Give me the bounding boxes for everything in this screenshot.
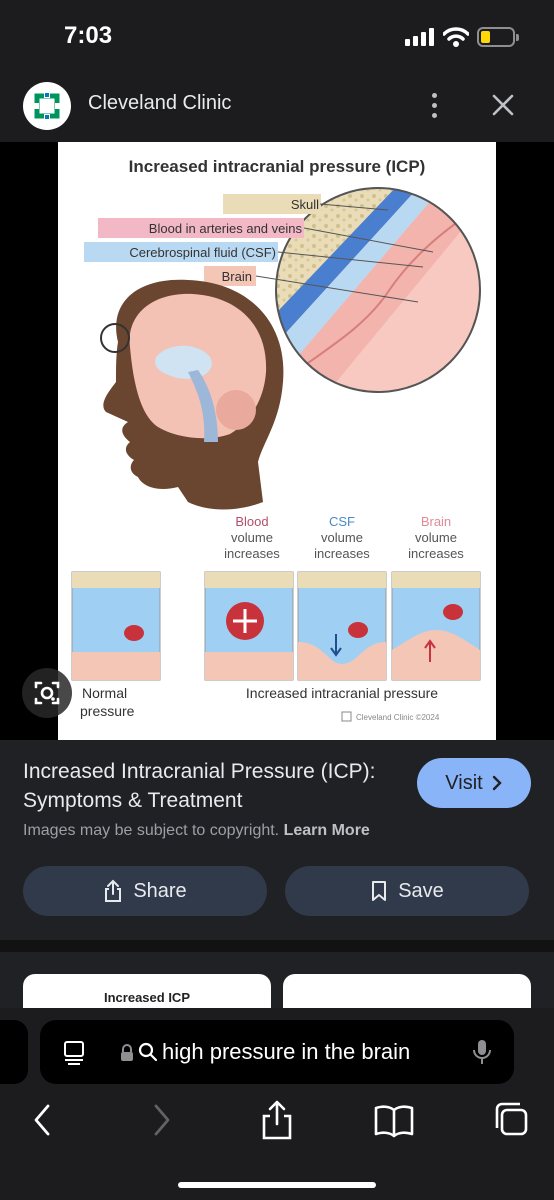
chevron-right-icon <box>492 775 502 791</box>
wifi-icon <box>443 27 469 47</box>
panel-csf <box>297 571 387 681</box>
panel-heading-blood: Blood volume increases <box>224 514 280 561</box>
battery-icon <box>477 27 519 47</box>
svg-text:Brain: Brain <box>421 514 451 529</box>
browser-bar: high pressure in the brain <box>0 1008 554 1200</box>
close-icon[interactable] <box>486 88 520 122</box>
panel-normal <box>71 571 161 681</box>
learn-more-link[interactable]: Learn More <box>284 822 370 839</box>
related-card[interactable] <box>283 974 531 1012</box>
svg-text:volume: volume <box>415 530 457 545</box>
more-options-icon[interactable] <box>420 88 448 124</box>
label-skull: Skull <box>291 197 319 212</box>
back-icon[interactable] <box>20 1098 64 1142</box>
reader-mode-icon[interactable] <box>63 1040 85 1066</box>
lock-icon <box>121 1044 133 1061</box>
share-icon <box>105 879 122 902</box>
share-button[interactable]: Share <box>23 866 267 916</box>
cellular-signal-icon <box>405 28 435 46</box>
svg-text:volume: volume <box>321 530 363 545</box>
lens-search-icon[interactable] <box>22 668 72 718</box>
save-button[interactable]: Save <box>285 866 529 916</box>
address-bar[interactable]: high pressure in the brain <box>40 1020 514 1084</box>
cleveland-clinic-logo <box>23 82 71 130</box>
search-icon <box>138 1042 158 1062</box>
share-label: Share <box>133 879 187 902</box>
status-time: 7:03 <box>64 22 113 49</box>
related-card-label: Increased ICP <box>104 990 190 1005</box>
address-text[interactable]: high pressure in the brain <box>162 1039 410 1065</box>
copyright-notice: Images may be subject to copyright. Lear… <box>23 822 370 840</box>
section-divider <box>0 940 554 952</box>
share-page-icon[interactable] <box>255 1098 299 1142</box>
svg-text:Blood: Blood <box>235 514 268 529</box>
related-card[interactable]: Increased ICP <box>23 974 271 1012</box>
save-label: Save <box>398 879 444 902</box>
result-title[interactable]: Increased Intracranial Pressure (ICP): S… <box>23 757 403 815</box>
label-brain: Brain <box>222 269 252 284</box>
bookmark-icon <box>372 881 387 901</box>
copyright-text: Images may be subject to copyright. <box>23 822 280 839</box>
panel-blood <box>204 571 294 681</box>
status-bar: 7:03 <box>0 0 554 72</box>
visit-button[interactable]: Visit <box>417 758 531 808</box>
related-images: Increased ICP <box>0 952 554 1012</box>
icp-illustration: Increased intracranial pressure (ICP) Sk… <box>58 142 496 740</box>
svg-text:CSF: CSF <box>329 514 355 529</box>
forward-icon[interactable] <box>140 1098 184 1142</box>
tabs-icon[interactable] <box>490 1098 534 1142</box>
increased-label: Increased intracranial pressure <box>246 685 438 701</box>
source-header: Cleveland Clinic <box>0 72 554 142</box>
bookmarks-icon[interactable] <box>372 1098 416 1142</box>
figure-title: Increased intracranial pressure (ICP) <box>129 157 426 176</box>
label-csf: Cerebrospinal fluid (CSF) <box>129 245 276 260</box>
panel-brain <box>391 571 481 681</box>
microphone-icon[interactable] <box>472 1038 492 1066</box>
home-indicator <box>178 1182 376 1188</box>
head-illustration <box>100 279 284 510</box>
svg-text:volume: volume <box>231 530 273 545</box>
panel-heading-brain: Brain volume increases <box>408 514 464 561</box>
svg-text:increases: increases <box>224 546 280 561</box>
svg-text:increases: increases <box>408 546 464 561</box>
image-viewer[interactable]: Increased intracranial pressure (ICP) Sk… <box>0 142 554 740</box>
panel-heading-csf: CSF volume increases <box>314 514 370 561</box>
svg-text:increases: increases <box>314 546 370 561</box>
figure-credit: Cleveland Clinic ©2024 <box>356 713 440 722</box>
label-blood: Blood in arteries and veins <box>149 221 303 236</box>
normal-label-line2: pressure <box>80 703 135 719</box>
source-name[interactable]: Cleveland Clinic <box>88 92 231 115</box>
visit-label: Visit <box>445 771 483 794</box>
normal-label-line1: Normal <box>82 685 127 701</box>
previous-tab-sliver[interactable] <box>0 1020 28 1084</box>
result-details: Increased Intracranial Pressure (ICP): S… <box>0 740 554 940</box>
